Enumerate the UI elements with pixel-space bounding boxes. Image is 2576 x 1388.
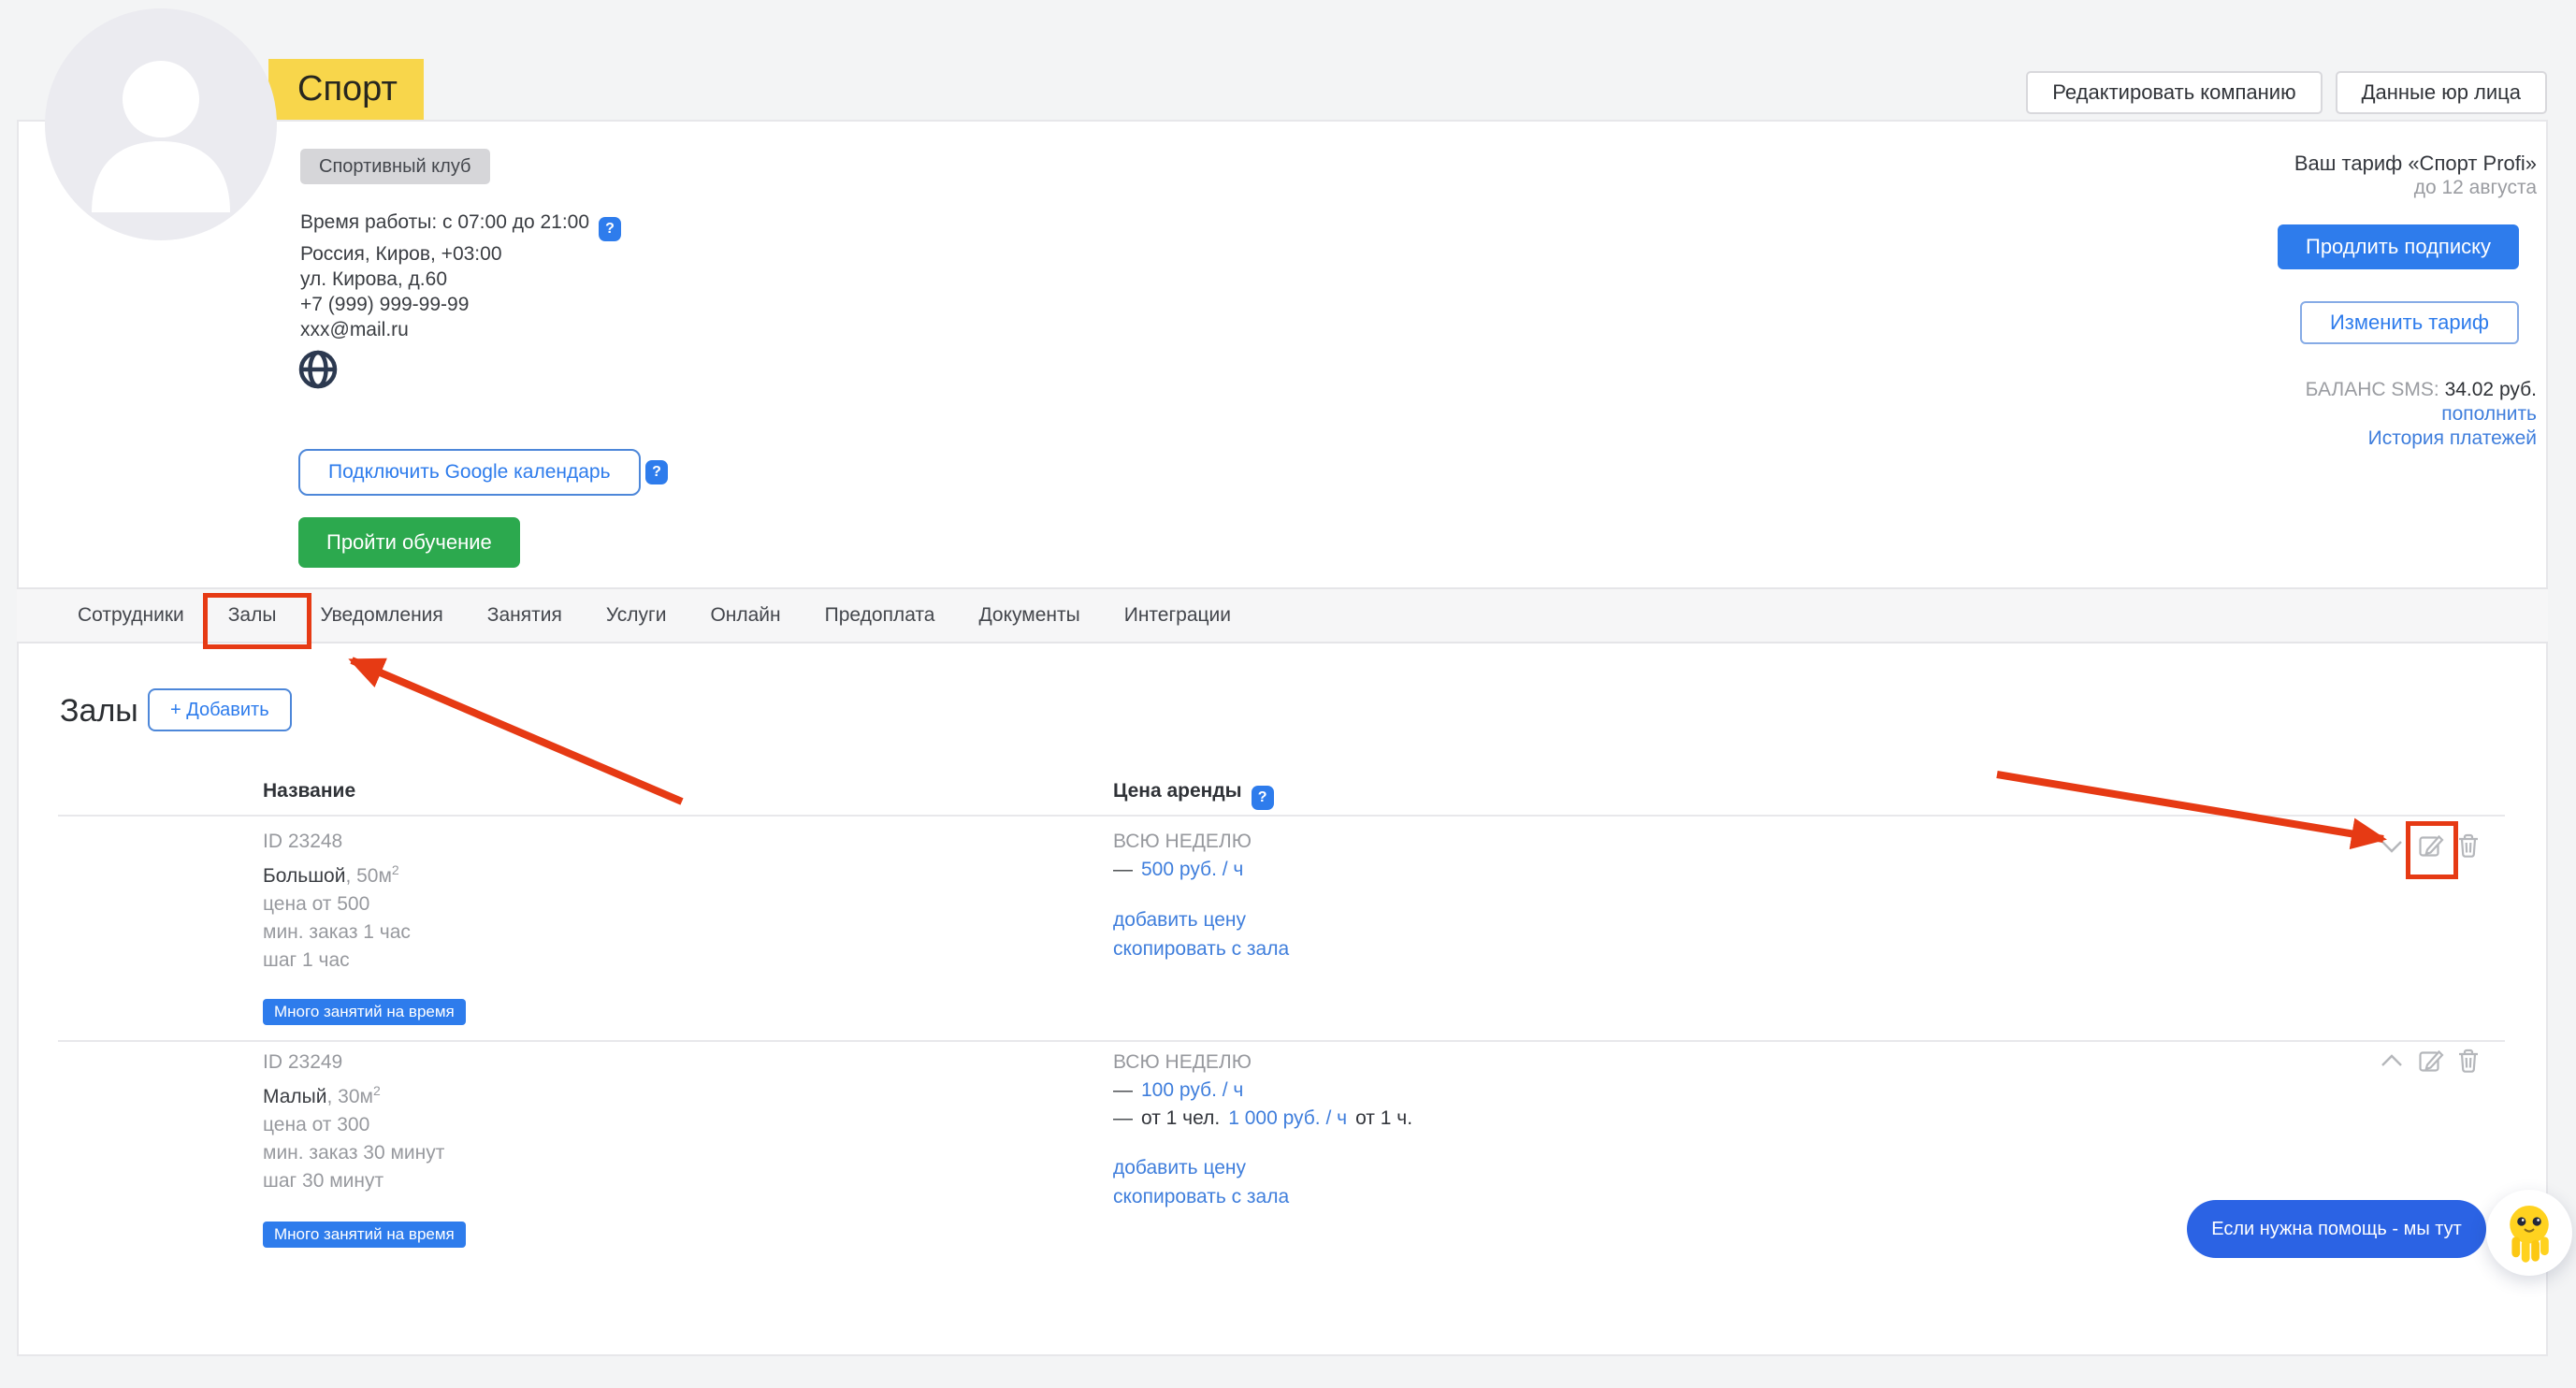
website-globe-icon[interactable] [297,348,340,391]
change-tariff-button[interactable]: Изменить тариф [2300,301,2519,344]
copy-from-hall-link[interactable]: скопировать с зала [1113,938,1289,960]
hall-row-name-col: ID 23248 Большой, 50м2 цена от 500 мин. … [263,828,411,975]
column-header-name: Название [263,778,355,804]
hall-feature-badge: Много занятий на время [263,999,466,1025]
hall-row-name-col: ID 23249 Малый, 30м2 цена от 300 мин. за… [263,1048,444,1195]
price-dash: — [1113,1105,1133,1133]
rent-price-link[interactable]: 100 руб. / ч [1141,1077,1243,1105]
edit-company-button[interactable]: Редактировать компанию [2026,71,2322,114]
company-phone: +7 (999) 999-99-99 [300,292,621,317]
hall-area: , 50м [345,865,391,887]
company-location: Россия, Киров, +03:00 [300,241,621,267]
hall-price-links: добавить цену скопировать с зала [1113,905,1289,963]
price-period: ВСЮ НЕДЕЛЮ [1113,828,1252,856]
page: Редактировать компанию Данные юр лица Сп… [0,0,2576,1388]
tab-bar: Сотрудники Залы Уведомления Занятия Услу… [17,587,2548,643]
tab-online[interactable]: Онлайн [710,604,780,627]
company-info: Время работы: с 07:00 до 21:00? Россия, … [300,210,621,342]
hall-min-order: мин. заказ 30 минут [263,1139,444,1167]
avatar[interactable] [45,8,277,240]
legal-data-button[interactable]: Данные юр лица [2336,71,2547,114]
company-email: xxx@mail.ru [300,317,621,342]
hall-feature-badge: Много занятий на время [263,1222,466,1248]
company-title: Спорт [268,59,424,120]
rent-price-link[interactable]: 1 000 руб. / ч [1228,1105,1347,1133]
edit-icon[interactable] [2416,1047,2444,1075]
price-prefix: от 1 чел. [1141,1105,1220,1133]
hall-row-price-col: ВСЮ НЕДЕЛЮ — 100 руб. / ч — от 1 чел. 1 … [1113,1048,1412,1133]
trash-icon[interactable] [2454,1047,2482,1075]
tab-integrations[interactable]: Интеграции [1124,604,1231,627]
price-period: ВСЮ НЕДЕЛЮ [1113,1048,1412,1077]
subscription-info: Ваш тариф «Спорт Profi» до 12 августа [2294,152,2537,200]
add-price-link[interactable]: добавить цену [1113,909,1246,931]
tab-documents[interactable]: Документы [978,604,1079,627]
hall-row-price-col: ВСЮ НЕДЕЛЮ — 500 руб. / ч [1113,828,1252,884]
hall-price-links: добавить цену скопировать с зала [1113,1153,1289,1211]
add-hall-button[interactable]: + Добавить [148,688,292,731]
training-button[interactable]: Пройти обучение [298,517,520,568]
tariff-valid-until: до 12 августа [2294,176,2537,200]
sms-balance: БАЛАНС SMS: 34.02 руб. [2306,378,2537,402]
hall-step: шаг 1 час [263,947,411,975]
tab-classes[interactable]: Занятия [487,604,562,627]
price-dash: — [1113,1077,1133,1105]
tariff-title: Ваш тариф «Спорт Profi» [2294,152,2537,176]
top-up-link[interactable]: пополнить [2441,403,2537,425]
hall-step: шаг 30 минут [263,1167,444,1195]
working-hours-help-icon[interactable]: ? [599,217,621,241]
company-address: ул. Кирова, д.60 [300,267,621,292]
octopus-icon [2498,1200,2560,1265]
person-icon [45,8,277,240]
price-dash: — [1113,856,1133,884]
working-hours-line: Время работы: с 07:00 до 21:00? [300,210,621,241]
hall-id: ID 23248 [263,828,411,856]
sms-balance-label: БАЛАНС SMS: [2306,379,2439,400]
header-actions: Редактировать компанию Данные юр лица [2026,71,2547,114]
tab-services[interactable]: Услуги [606,604,667,627]
column-header-price: Цена аренды? [1113,778,1274,810]
hall-price-from: цена от 300 [263,1111,444,1139]
rent-price-help-icon[interactable]: ? [1252,786,1274,810]
help-mascot[interactable] [2486,1190,2572,1276]
chevron-up-icon[interactable] [2378,1047,2406,1075]
edit-icon[interactable] [2416,831,2444,860]
tab-prepayment[interactable]: Предоплата [825,604,935,627]
hall-area-sup: 2 [392,862,399,877]
rent-price-link[interactable]: 500 руб. / ч [1141,856,1243,884]
hall-area-sup: 2 [373,1083,381,1098]
company-category-badge: Спортивный клуб [300,149,490,184]
hall-min-order: мин. заказ 1 час [263,918,411,947]
hall-row-actions [2378,1047,2482,1075]
google-calendar-button[interactable]: Подключить Google календарь [298,449,641,496]
add-price-link[interactable]: добавить цену [1113,1157,1246,1178]
payment-history-link[interactable]: История платежей [2368,427,2537,449]
price-suffix: от 1 ч. [1355,1105,1412,1133]
sms-balance-value: 34.02 руб. [2445,379,2537,400]
extend-subscription-button[interactable]: Продлить подписку [2278,224,2519,269]
hall-area: , 30м [327,1086,373,1107]
hall-name: Большой [263,865,345,887]
hall-row-actions [2378,831,2482,860]
trash-icon[interactable] [2454,831,2482,860]
hall-name: Малый [263,1086,327,1107]
sms-balance-block: БАЛАНС SMS: 34.02 руб. пополнить История… [2306,378,2537,451]
working-hours-text: Время работы: с 07:00 до 21:00 [300,211,589,233]
hall-price-from: цена от 500 [263,890,411,918]
help-chat-button[interactable]: Если нужна помощь - мы тут [2187,1200,2486,1258]
chevron-down-icon[interactable] [2378,831,2406,860]
tab-employees[interactable]: Сотрудники [78,604,184,627]
tab-halls[interactable]: Залы [228,604,277,627]
row-divider [58,1040,2505,1042]
header-divider [58,815,2505,817]
hall-id: ID 23249 [263,1048,444,1077]
google-calendar-help-icon[interactable]: ? [645,460,668,484]
tab-notifications[interactable]: Уведомления [320,604,442,627]
halls-heading: Залы [60,693,138,730]
copy-from-hall-link[interactable]: скопировать с зала [1113,1186,1289,1207]
